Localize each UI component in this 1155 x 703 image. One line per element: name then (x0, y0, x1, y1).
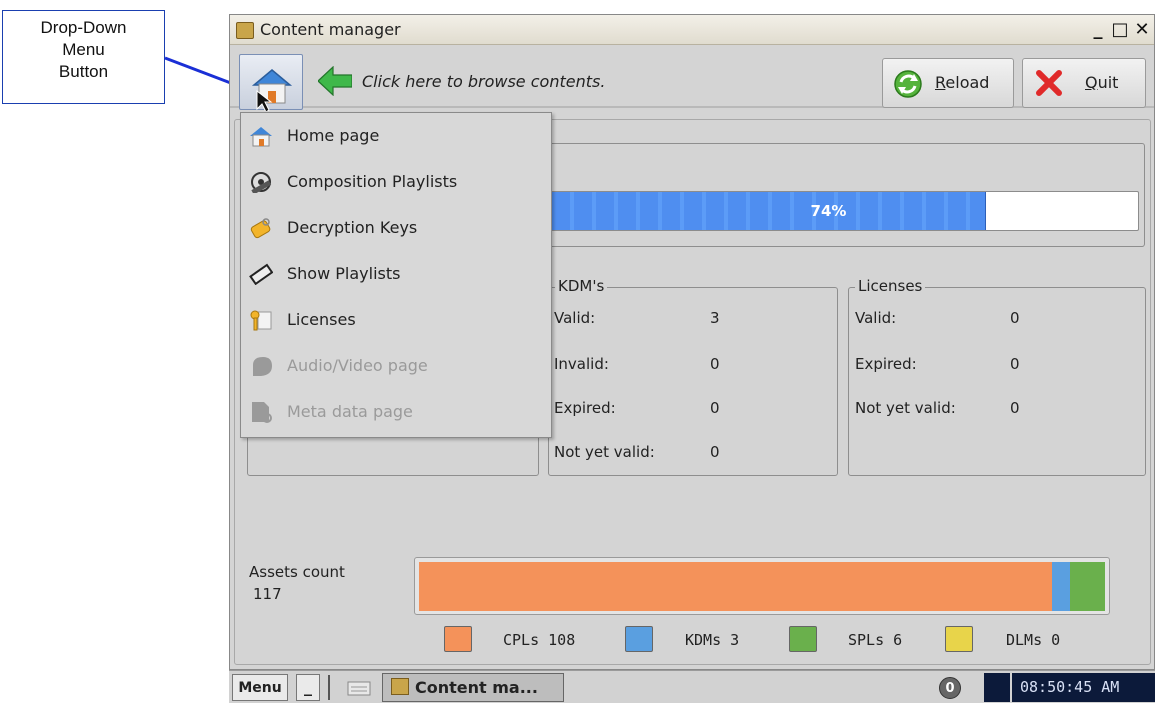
dropdown-menu-button[interactable] (239, 54, 303, 113)
kdm-expired-value: 0 (710, 399, 720, 417)
metadata-icon (252, 402, 272, 423)
menu-item-composition-playlists[interactable]: Composition Playlists (241, 159, 551, 205)
menu-label-decryption-keys: Decryption Keys (287, 218, 418, 237)
callout-arrow (164, 56, 246, 90)
progress-text: 74% (810, 202, 847, 220)
assets-bar (414, 557, 1110, 615)
home-icon (250, 127, 272, 147)
assets-segment-cpls (419, 562, 1052, 611)
quit-button[interactable]: Quit (1022, 58, 1146, 108)
tray-indicator (984, 673, 1010, 702)
dlms-swatch (945, 626, 973, 652)
menu-label-home-page: Home page (287, 126, 380, 145)
keyboard-icon[interactable] (347, 679, 371, 697)
tray-badge-icon[interactable]: 0 (939, 677, 961, 699)
kdms-title: KDM's (555, 277, 608, 295)
license-key-icon (250, 310, 272, 331)
taskbar-task-content-manager[interactable]: Content ma... (382, 673, 564, 702)
start-menu-button[interactable]: Menu (232, 674, 288, 701)
task-label: Content ma... (415, 678, 538, 697)
cpls-legend-label: CPLs 108 (503, 631, 576, 649)
kdms-swatch (625, 626, 653, 652)
audio-video-icon (253, 357, 272, 376)
assets-count-value: 117 (253, 585, 282, 603)
window-title: Content manager (260, 20, 401, 39)
film-strip-icon (249, 263, 273, 285)
license-notyet-value: 0 (1010, 399, 1020, 417)
quit-label: Quit (1085, 73, 1119, 92)
menu-label-meta-data-page: Meta data page (287, 402, 413, 421)
spls-legend-label: SPLs 6 (848, 631, 903, 649)
show-desktop-button[interactable]: _ (296, 674, 320, 701)
kdm-valid-value: 3 (710, 309, 720, 327)
kdm-invalid-value: 0 (710, 355, 720, 373)
assets-count-label: Assets count (249, 563, 345, 581)
dlms-legend-label: DLMs 0 (1006, 631, 1061, 649)
kdm-valid-label: Valid: (554, 309, 596, 327)
taskbar: Menu _ Content ma... 0 08:50:45 AM (229, 670, 1155, 703)
kdm-notyet-value: 0 (710, 443, 720, 461)
app-icon (391, 678, 409, 695)
menu-item-decryption-keys[interactable]: Decryption Keys (241, 205, 551, 251)
kdm-expired-label: Expired: (554, 399, 616, 417)
license-valid-label: Valid: (855, 309, 897, 327)
taskbar-separator (328, 675, 330, 700)
maximize-button[interactable]: □ (1110, 21, 1130, 41)
taskbar-clock: 08:50:45 AM (1012, 673, 1155, 702)
browse-hint[interactable]: Click here to browse contents. (362, 72, 605, 91)
menu-item-show-playlists[interactable]: Show Playlists (241, 251, 551, 297)
menu-item-audio-video-page[interactable]: Audio/Video page (241, 343, 551, 389)
menu-label-show-playlists: Show Playlists (287, 264, 401, 283)
reload-icon (894, 70, 922, 98)
reload-label: Reload (935, 73, 990, 92)
reload-button[interactable]: Reload (882, 58, 1014, 108)
app-icon (236, 22, 254, 39)
home-icon (251, 69, 293, 113)
license-expired-value: 0 (1010, 355, 1020, 373)
menu-item-meta-data-page[interactable]: Meta data page (241, 389, 551, 435)
kdm-notyet-label: Not yet valid: (554, 443, 655, 461)
menu-label-licenses: Licenses (287, 310, 356, 329)
cpls-swatch (444, 626, 472, 652)
licenses-title: Licenses (855, 277, 926, 295)
browse-arrow-icon[interactable] (318, 66, 352, 96)
license-notyet-label: Not yet valid: (855, 399, 956, 417)
toolbar: Click here to browse contents. Reload Qu… (230, 46, 1154, 113)
menu-item-licenses[interactable]: Licenses (241, 297, 551, 343)
kdm-invalid-label: Invalid: (554, 355, 609, 373)
license-valid-value: 0 (1010, 309, 1020, 327)
kdms-legend-label: KDMs 3 (685, 631, 740, 649)
dropdown-menu: Home page Composition Playlists Decrypti… (240, 112, 552, 438)
close-button[interactable]: ✕ (1132, 21, 1152, 41)
title-bar[interactable]: Content manager _ □ ✕ (230, 15, 1154, 45)
progress-bar: 74% (551, 191, 1139, 231)
menu-label-composition-playlists: Composition Playlists (287, 172, 458, 191)
assets-segment-spls (1070, 562, 1105, 611)
film-reel-icon (251, 172, 272, 193)
menu-item-home-page[interactable]: Home page (241, 113, 551, 159)
quit-icon (1036, 70, 1062, 96)
minimize-button[interactable]: _ (1088, 21, 1108, 41)
spls-swatch (789, 626, 817, 652)
key-tag-icon (250, 218, 271, 239)
license-expired-label: Expired: (855, 355, 917, 373)
menu-label-audio-video-page: Audio/Video page (287, 356, 428, 375)
assets-segment-kdms (1052, 562, 1070, 611)
